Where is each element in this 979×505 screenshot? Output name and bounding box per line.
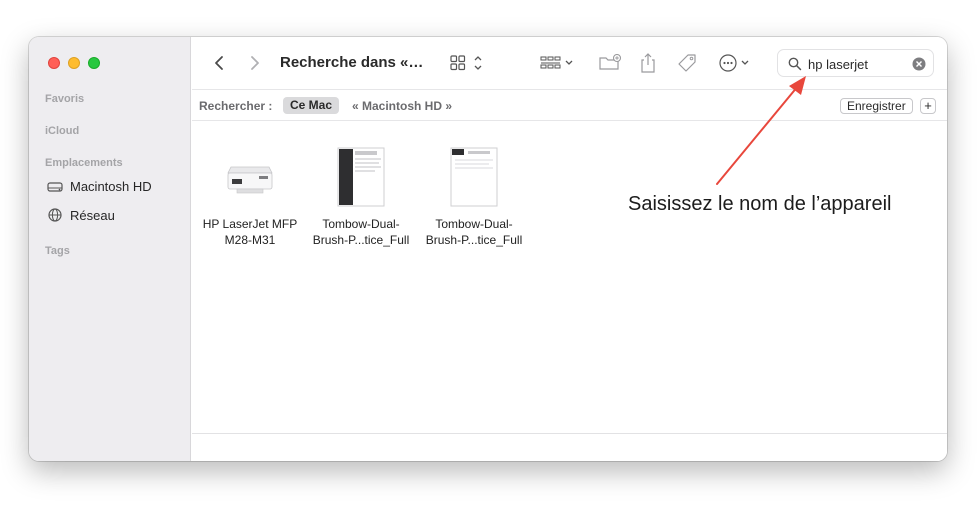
share-button[interactable]	[636, 50, 660, 76]
document-icon	[450, 147, 498, 207]
finder-window: Favoris iCloud Emplacements Macintosh HD…	[29, 37, 947, 461]
main-area: Recherche dans «… hp laserjet Rechercher…	[192, 37, 947, 461]
scope-macintosh-hd[interactable]: « Macintosh HD »	[352, 99, 452, 113]
globe-icon	[48, 208, 62, 222]
file-name: Tombow-Dual-Brush-P...tice_Full	[425, 217, 523, 247]
file-icon-wrap	[306, 145, 416, 209]
file-item[interactable]: Tombow-Dual-Brush-P...tice_Full	[419, 145, 529, 248]
tag-button[interactable]	[674, 50, 700, 76]
more-actions-button[interactable]	[716, 51, 756, 75]
save-search-button[interactable]: Enregistrer	[840, 98, 913, 114]
group-grid-icon	[540, 56, 573, 69]
clear-search-icon[interactable]	[912, 57, 926, 71]
search-input[interactable]: hp laserjet	[808, 57, 868, 72]
sidebar-section-locations: Emplacements	[45, 157, 123, 169]
search-field[interactable]: hp laserjet	[777, 49, 934, 77]
sidebar: Favoris iCloud Emplacements Macintosh HD…	[29, 37, 191, 461]
file-icon-wrap	[419, 145, 529, 209]
tag-icon	[678, 54, 696, 72]
printer-icon	[227, 166, 273, 194]
back-button[interactable]	[208, 53, 230, 73]
chevron-left-icon	[215, 56, 223, 70]
status-bar	[192, 433, 947, 461]
window-controls	[48, 57, 100, 69]
file-item[interactable]: Tombow-Dual-Brush-P...tice_Full	[306, 145, 416, 248]
minimize-button[interactable]	[68, 57, 80, 69]
window-title: Recherche dans «…	[280, 54, 424, 71]
new-folder-button[interactable]	[596, 51, 624, 75]
view-mode-button[interactable]	[448, 52, 488, 74]
stage: Favoris iCloud Emplacements Macintosh HD…	[0, 0, 979, 505]
search-scope-bar: Rechercher : Ce Mac « Macintosh HD » Enr…	[192, 89, 947, 121]
share-icon	[641, 53, 655, 73]
search-icon	[788, 57, 802, 71]
sidebar-section-favorites: Favoris	[45, 93, 85, 105]
group-by-button[interactable]	[538, 52, 578, 74]
close-button[interactable]	[48, 57, 60, 69]
disk-icon	[47, 181, 63, 192]
file-icon-wrap	[195, 145, 305, 209]
sidebar-item-macintosh-hd[interactable]: Macintosh HD	[47, 179, 152, 194]
sidebar-item-label: Réseau	[70, 207, 115, 223]
forward-button[interactable]	[244, 53, 266, 73]
sidebar-section-tags: Tags	[45, 245, 70, 257]
annotation-text: Saisissez le nom de l’appareil	[628, 193, 892, 215]
sidebar-item-label: Macintosh HD	[70, 179, 152, 194]
scope-label: Rechercher :	[199, 99, 273, 113]
icon-view-icon	[450, 55, 482, 71]
file-name: HP LaserJet MFP M28-M31	[202, 217, 298, 247]
toolbar: Recherche dans «… hp laserjet	[192, 37, 947, 89]
file-name: Tombow-Dual-Brush-P...tice_Full	[312, 217, 410, 247]
add-criteria-button[interactable]: +	[920, 98, 936, 114]
chevron-right-icon	[251, 56, 259, 70]
folder-add-icon	[599, 54, 622, 70]
scope-this-mac[interactable]: Ce Mac	[283, 97, 340, 114]
sidebar-item-network[interactable]: Réseau	[47, 207, 115, 223]
zoom-button[interactable]	[88, 57, 100, 69]
ellipsis-circle-icon	[719, 54, 749, 72]
file-item[interactable]: HP LaserJet MFP M28-M31	[195, 145, 305, 248]
sidebar-section-icloud: iCloud	[45, 125, 80, 137]
document-icon	[337, 147, 385, 207]
